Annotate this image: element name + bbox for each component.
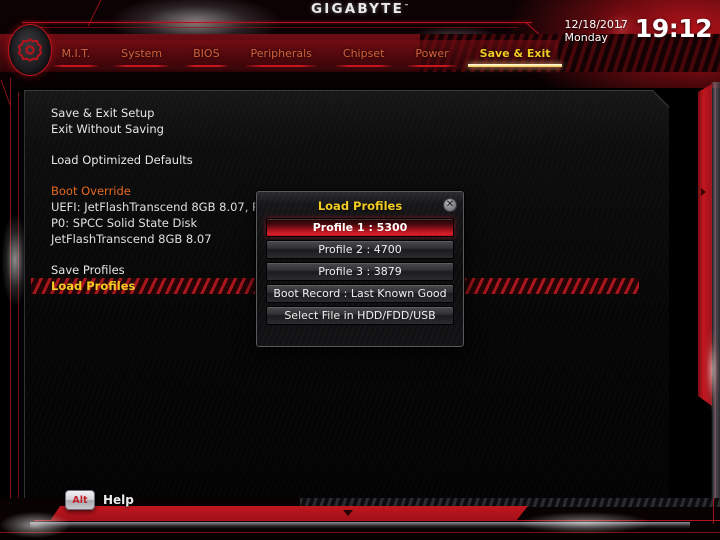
menu-item-save-and-exit-setup[interactable]: Save & Exit Setup bbox=[51, 105, 655, 121]
menu-item-label: Load Profiles bbox=[51, 279, 136, 293]
header-accent-line-second bbox=[18, 27, 518, 28]
tab-chipset[interactable]: Chipset bbox=[327, 46, 400, 67]
menu-item-exit-without-saving[interactable]: Exit Without Saving bbox=[51, 121, 655, 137]
menu-item-label: P0: SPCC Solid State Disk bbox=[51, 216, 198, 230]
dialog-title: Load Profiles bbox=[317, 199, 403, 213]
caret-down-icon[interactable] bbox=[343, 510, 353, 516]
dialog-button-select-file[interactable]: Select File in HDD/FDD/USB bbox=[266, 306, 454, 325]
footer-glow-right bbox=[520, 512, 650, 534]
tab-underline bbox=[184, 65, 229, 67]
menu-section-label: Boot Override bbox=[51, 184, 131, 198]
menu-item-label: Exit Without Saving bbox=[51, 122, 164, 136]
dialog-button-label: Select File in HDD/FDD/USB bbox=[284, 309, 436, 322]
tab-label: Save & Exit bbox=[479, 47, 551, 60]
system-date: 12/18/2017 bbox=[564, 18, 628, 31]
gear-icon-glyph bbox=[17, 38, 43, 62]
tab-system[interactable]: System bbox=[106, 46, 178, 67]
tab-label: Chipset bbox=[342, 47, 385, 60]
dialog-button-profile-1[interactable]: Profile 1 : 5300 bbox=[266, 218, 454, 237]
tab-label: BIOS bbox=[193, 47, 220, 60]
menu-item-label: UEFI: JetFlashTranscend 8GB 8.07, Part bbox=[51, 200, 275, 214]
dialog-button-label: Profile 3 : 3879 bbox=[318, 265, 402, 278]
system-datetime: 12/18/2017 Monday 19:12 bbox=[565, 14, 713, 45]
dialog-button-profile-3[interactable]: Profile 3 : 3879 bbox=[266, 262, 454, 281]
tab-label: Power bbox=[415, 47, 449, 60]
load-profiles-dialog: Load Profiles ✕ Profile 1 : 5300 Profile… bbox=[256, 191, 464, 347]
tab-label: Peripherals bbox=[250, 47, 312, 60]
alt-key-badge[interactable]: Alt bbox=[65, 490, 95, 510]
menu-item-label: Save & Exit Setup bbox=[51, 106, 155, 120]
tab-label: M.I.T. bbox=[61, 47, 91, 60]
tab-underline bbox=[53, 65, 99, 67]
footer-hatch-decoration bbox=[300, 498, 720, 507]
dialog-button-label: Profile 1 : 5300 bbox=[312, 221, 408, 234]
menu-item-load-optimized-defaults[interactable]: Load Optimized Defaults bbox=[51, 152, 655, 168]
menu-spacer bbox=[51, 168, 655, 183]
tab-save-and-exit[interactable]: Save & Exit bbox=[464, 46, 566, 67]
bios-setup-screen: GIGABYTE™ M.I.T. System BIOS Peripherals… bbox=[0, 0, 720, 540]
tab-power[interactable]: Power bbox=[400, 46, 464, 67]
gigabyte-logo: GIGABYTE™ bbox=[0, 1, 720, 17]
tab-peripherals[interactable]: Peripherals bbox=[235, 46, 327, 67]
header-accent-line-top bbox=[22, 22, 532, 23]
menu-item-label: JetFlashTranscend 8GB 8.07 bbox=[51, 232, 212, 246]
tab-underline bbox=[246, 65, 317, 67]
dialog-button-boot-record[interactable]: Boot Record : Last Known Good bbox=[266, 284, 454, 303]
system-time: 19:12 bbox=[634, 14, 713, 43]
help-label: Help bbox=[103, 493, 134, 507]
trademark-symbol: ™ bbox=[404, 3, 409, 10]
dialog-button-list: Profile 1 : 5300 Profile 2 : 4700 Profil… bbox=[266, 218, 454, 328]
menu-spacer bbox=[51, 137, 655, 152]
menu-item-label: Save Profiles bbox=[51, 263, 125, 277]
close-icon[interactable]: ✕ bbox=[443, 198, 457, 212]
dialog-button-label: Profile 2 : 4700 bbox=[318, 243, 402, 256]
dialog-button-profile-2[interactable]: Profile 2 : 4700 bbox=[266, 240, 454, 259]
dialog-button-label: Boot Record : Last Known Good bbox=[273, 287, 447, 300]
header-bar: GIGABYTE™ M.I.T. System BIOS Peripherals… bbox=[0, 0, 720, 88]
datetime-date-block: 12/18/2017 Monday bbox=[565, 16, 628, 45]
footer-glow-left bbox=[0, 512, 70, 538]
tab-mit[interactable]: M.I.T. bbox=[46, 46, 106, 67]
tab-underline bbox=[336, 65, 392, 67]
caret-right-icon[interactable] bbox=[701, 188, 706, 196]
right-rail-sheen bbox=[711, 82, 720, 512]
gigabyte-wordmark: GIGABYTE bbox=[311, 1, 404, 17]
tab-underline-active bbox=[468, 64, 562, 67]
menu-item-label: Load Optimized Defaults bbox=[51, 153, 193, 167]
footer-corner-line bbox=[713, 498, 714, 524]
tab-underline bbox=[114, 65, 169, 67]
tab-bios[interactable]: BIOS bbox=[178, 46, 235, 67]
tab-underline bbox=[407, 65, 457, 67]
tab-label: System bbox=[121, 47, 163, 60]
system-weekday: Monday bbox=[564, 30, 608, 44]
right-rail-glow bbox=[704, 330, 720, 410]
main-navigation-tabs[interactable]: M.I.T. System BIOS Peripherals Chipset P… bbox=[46, 46, 566, 72]
footer-red-wedge bbox=[50, 506, 528, 521]
